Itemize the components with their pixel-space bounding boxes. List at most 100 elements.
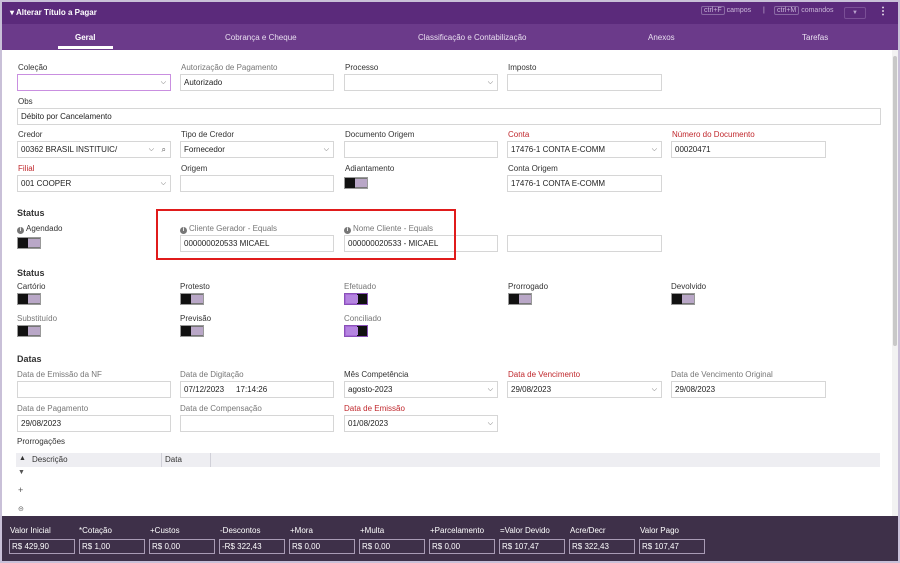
shortcut-label-commands: comandos — [801, 7, 834, 14]
previsao-toggle[interactable] — [180, 325, 204, 337]
total-label: +Parcelamento — [430, 526, 485, 535]
imposto-label: Imposto — [508, 63, 537, 72]
numero-documento-field[interactable]: 00020471 — [671, 141, 826, 158]
emissao-field[interactable]: 01/08/2023 ⌵ — [344, 415, 498, 432]
col-descricao[interactable]: Descrição — [32, 455, 68, 464]
devolvido-toggle[interactable] — [671, 293, 695, 305]
shortcut-separator: | — [763, 7, 765, 14]
processo-label: Processo — [345, 63, 379, 72]
total-value: R$ 107,47 — [499, 539, 565, 554]
conta-select[interactable]: 17476-1 CONTA E-COMM ⌵ — [507, 141, 662, 158]
shortcut-label-fields: campos — [726, 7, 752, 14]
autorizacao-label: Autorização de Pagamento — [181, 63, 278, 72]
documento-origem-label: Documento Origem — [345, 130, 415, 139]
compensacao-field[interactable] — [180, 415, 334, 432]
processo-select[interactable]: ⌵ — [344, 74, 498, 91]
autorizacao-field[interactable]: Autorizado — [180, 74, 334, 91]
total-label: +Mora — [290, 526, 313, 535]
substituido-toggle[interactable] — [17, 325, 41, 337]
digitacao-field[interactable]: 07/12/2023 17:14:26 — [180, 381, 334, 398]
colecao-select[interactable]: ⌵ — [17, 74, 171, 91]
prorrogado-toggle[interactable] — [508, 293, 532, 305]
title-bar: ▾ Alterar Título a Pagar ctrl+F campos |… — [2, 2, 898, 24]
datas-section-title: Datas — [17, 354, 42, 364]
status-section-title: Status — [17, 208, 45, 218]
chevron-down-icon: ⌵ — [651, 146, 657, 153]
conciliado-toggle[interactable] — [344, 325, 368, 337]
compensacao-label: Data de Compensação — [180, 404, 262, 413]
tab-anexos[interactable]: Anexos — [648, 33, 675, 42]
conta-origem-field[interactable]: 17476-1 CONTA E-COMM — [507, 175, 662, 192]
tab-classificacao-contabilizacao[interactable]: Classificação e Contabilização — [418, 33, 527, 42]
total-value: R$ 0,00 — [149, 539, 215, 554]
devolvido-label: Devolvido — [671, 282, 707, 291]
sort-up-icon[interactable]: ▲ — [19, 455, 26, 462]
obs-field[interactable]: Débito por Cancelamento — [17, 108, 881, 125]
col-separator — [161, 453, 162, 467]
prorrogado-label: Prorrogado — [508, 282, 549, 291]
origem-field[interactable] — [180, 175, 334, 192]
conta-origem-label: Conta Origem — [508, 164, 558, 173]
tab-tarefas[interactable]: Tarefas — [802, 33, 828, 42]
shortcut-key-commands: ctrl+M — [774, 6, 800, 15]
credor-label: Credor — [18, 130, 43, 139]
chevron-down-icon: ⌵ — [160, 79, 166, 86]
vencimento-value: 29/08/2023 — [511, 385, 552, 394]
chevron-down-icon: ⌵ — [487, 386, 493, 393]
total-label: +Custos — [150, 526, 180, 535]
pagamento-field[interactable]: 29/08/2023 — [17, 415, 171, 432]
documento-origem-field[interactable] — [344, 141, 498, 158]
tab-cobranca-cheque[interactable]: Cobrança e Cheque — [225, 33, 297, 42]
shortcut-hint-fields: ctrl+F campos — [701, 6, 752, 15]
col-data[interactable]: Data — [165, 455, 182, 464]
vencimento-field[interactable]: 29/08/2023 ⌵ — [507, 381, 662, 398]
chevron-down-icon: ⌵ — [651, 386, 657, 393]
autorizacao-value: Autorizado — [184, 78, 223, 87]
window-title[interactable]: ▾ Alterar Título a Pagar — [10, 8, 97, 17]
extra-empty-field[interactable] — [507, 235, 662, 252]
substituido-label: Substituído — [17, 314, 58, 323]
protesto-toggle[interactable] — [180, 293, 204, 305]
pagamento-value: 29/08/2023 — [21, 419, 62, 428]
obs-label: Obs — [18, 97, 33, 106]
tab-geral[interactable]: Geral — [75, 33, 95, 42]
prorrogacoes-label: Prorrogações — [17, 437, 66, 446]
total-label: =Valor Devido — [500, 526, 550, 535]
status2-section-title: Status — [17, 268, 45, 278]
sort-down-icon[interactable]: ▼ — [18, 469, 25, 476]
add-icon[interactable]: + — [18, 485, 23, 495]
pagamento-label: Data de Pagamento — [17, 404, 89, 413]
emissao-nf-label: Data de Emissão da NF — [17, 370, 102, 379]
more-menu-icon[interactable]: ⋮ — [878, 6, 888, 17]
shortcut-key-fields: ctrl+F — [701, 6, 725, 15]
vencimento-original-label: Data de Vencimento Original — [671, 370, 773, 379]
obs-value: Débito por Cancelamento — [21, 112, 112, 121]
numero-documento-value: 00020471 — [675, 145, 711, 154]
search-icon[interactable]: ⌕ — [162, 142, 166, 157]
filial-select[interactable]: 001 COOPER ⌵ — [17, 175, 171, 192]
efetuado-toggle[interactable] — [344, 293, 368, 305]
delete-icon[interactable]: ⊝ — [18, 505, 24, 513]
mes-competencia-select[interactable]: agosto-2023 ⌵ — [344, 381, 498, 398]
chevron-down-icon: ⌵ — [323, 146, 329, 153]
chevron-down-icon: ⌵ — [487, 420, 493, 427]
adiantamento-toggle[interactable] — [344, 177, 368, 189]
previsao-label: Previsão — [180, 314, 212, 323]
total-value: R$ 0,00 — [289, 539, 355, 554]
emissao-label: Data de Emissão — [344, 404, 405, 413]
emissao-nf-field[interactable] — [17, 381, 171, 398]
vencimento-original-field[interactable]: 29/08/2023 — [671, 381, 826, 398]
tipo-credor-select[interactable]: Fornecedor ⌵ — [180, 141, 334, 158]
digitacao-date: 07/12/2023 — [184, 385, 225, 394]
scrollbar-thumb[interactable] — [893, 56, 897, 346]
colecao-label: Coleção — [18, 63, 48, 72]
shortcut-hint-commands: ctrl+M comandos — [774, 6, 834, 15]
credor-select[interactable]: 00362 BRASIL INSTITUIC/ ⌵ ⌕ — [17, 141, 171, 158]
cartorio-toggle[interactable] — [17, 293, 41, 305]
chevron-down-icon[interactable]: ▼ — [844, 7, 866, 19]
imposto-field[interactable] — [507, 74, 662, 91]
total-label: Valor Inicial — [10, 526, 51, 535]
filial-value: 001 COOPER — [21, 179, 72, 188]
agendado-toggle[interactable] — [17, 237, 41, 249]
adiantamento-label: Adiantamento — [345, 164, 395, 173]
